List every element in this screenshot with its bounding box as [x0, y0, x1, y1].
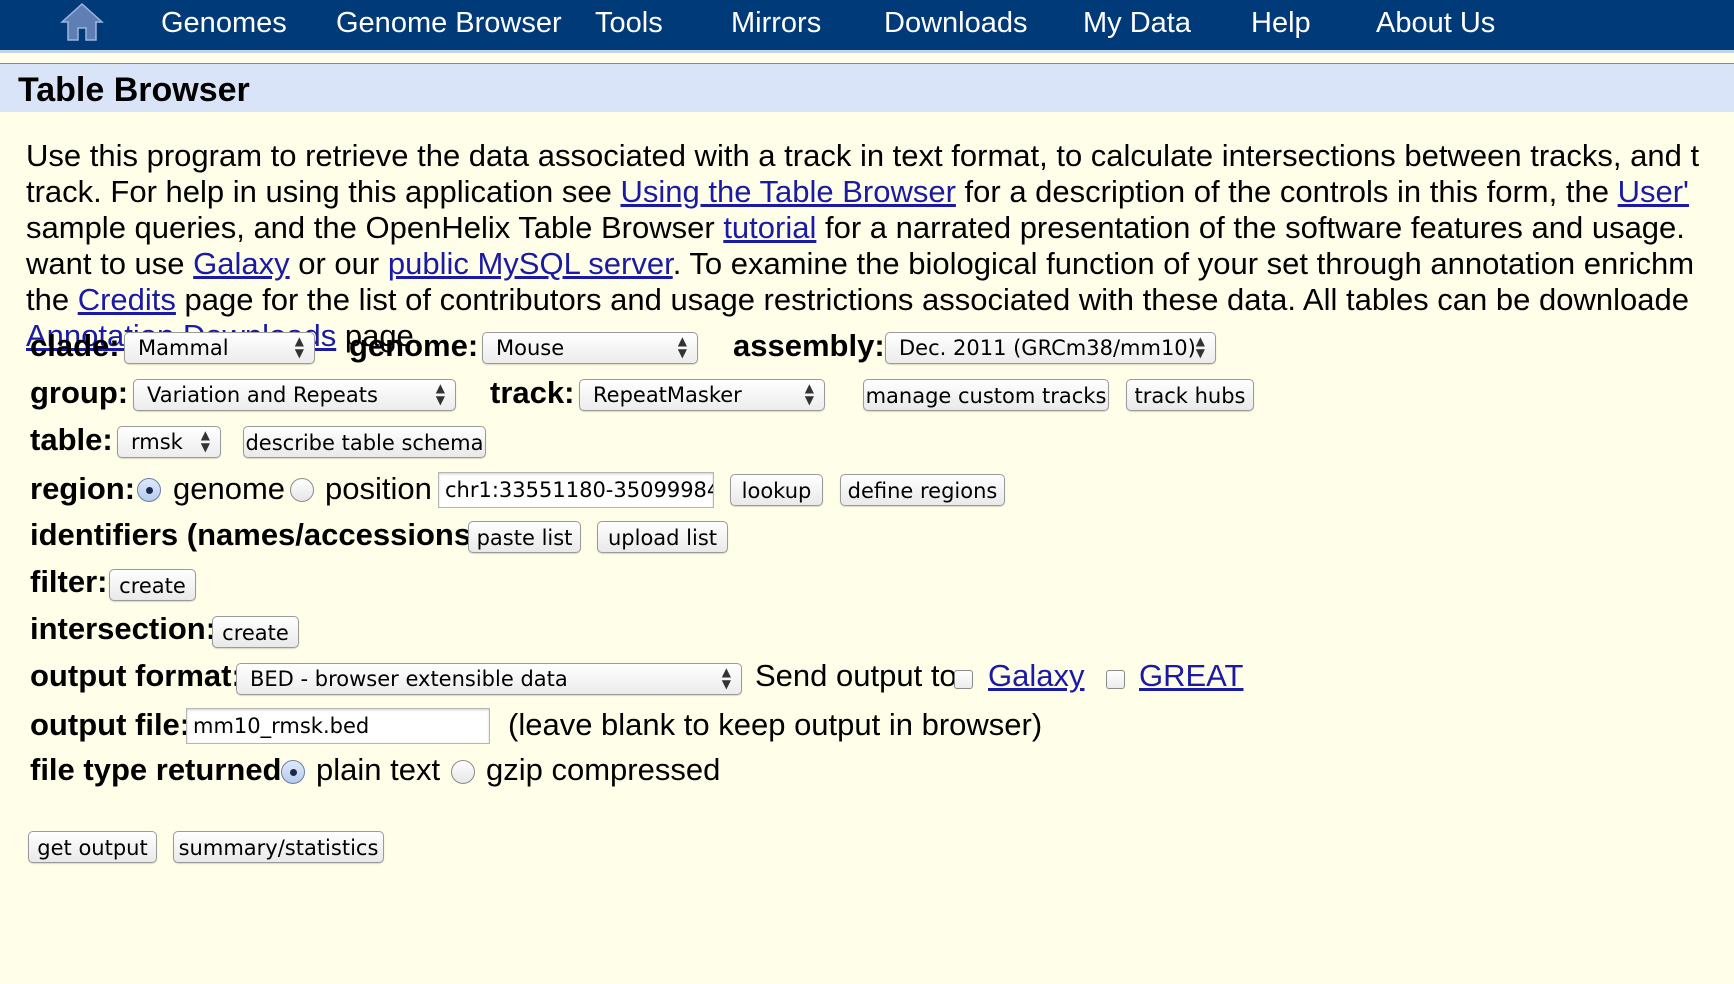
- great-checkbox[interactable]: [1106, 670, 1125, 689]
- output-format-select[interactable]: BED - browser extensible data ▲ ▼: [236, 663, 742, 695]
- home-icon[interactable]: [60, 2, 104, 42]
- top-nav-bar: Genomes Genome Browser Tools Mirrors Dow…: [0, 0, 1734, 53]
- select-arrows-icon: ▲ ▼: [294, 334, 304, 360]
- select-arrows-icon: ▲ ▼: [804, 381, 814, 407]
- intro-line-5: the Credits page for the list of contrib…: [26, 282, 1689, 317]
- table-select[interactable]: rmsk ▲ ▼: [117, 426, 221, 458]
- gzip-compressed-label: gzip compressed: [486, 752, 721, 787]
- track-hubs-button[interactable]: track hubs: [1126, 379, 1254, 411]
- get-output-button[interactable]: get output: [28, 831, 157, 863]
- intro-line-2: track. For help in using this applicatio…: [26, 174, 1689, 209]
- nav-help[interactable]: Help: [1251, 6, 1311, 40]
- identifiers-label: identifiers (names/accessions):: [30, 517, 492, 552]
- intro-line-4: want to use Galaxy or our public MySQL s…: [26, 246, 1695, 281]
- nav-my-data[interactable]: My Data: [1083, 6, 1191, 40]
- intersection-create-button[interactable]: create: [212, 616, 299, 648]
- region-position-radio[interactable]: [290, 478, 314, 502]
- nav-about-us[interactable]: About Us: [1376, 6, 1495, 40]
- intro-line-1: Use this program to retrieve the data as…: [26, 138, 1700, 173]
- assembly-label: assembly:: [733, 328, 885, 363]
- page-title: Table Browser: [18, 71, 250, 109]
- great-output-link[interactable]: GREAT: [1139, 658, 1244, 694]
- select-arrows-icon: ▲ ▼: [435, 381, 445, 407]
- manage-custom-tracks-button[interactable]: manage custom tracks: [863, 379, 1109, 411]
- summary-statistics-button[interactable]: summary/statistics: [173, 831, 384, 863]
- plain-text-radio[interactable]: [281, 760, 305, 784]
- tutorial-link[interactable]: tutorial: [723, 210, 816, 245]
- region-position-label: position: [325, 471, 432, 506]
- select-arrows-icon: ▲ ▼: [721, 665, 731, 691]
- filter-create-button[interactable]: create: [109, 569, 196, 601]
- position-input[interactable]: chr1:33551180-35099984: [438, 472, 714, 508]
- table-label: table:: [30, 422, 113, 457]
- output-format-label: output format:: [30, 658, 242, 693]
- assembly-select[interactable]: Dec. 2011 (GRCm38/mm10) ▲ ▼: [885, 332, 1216, 364]
- users-guide-link[interactable]: User': [1618, 174, 1689, 209]
- lookup-button[interactable]: lookup: [730, 474, 823, 506]
- galaxy-output-link[interactable]: Galaxy: [988, 658, 1084, 694]
- gzip-compressed-radio[interactable]: [451, 760, 475, 784]
- track-select[interactable]: RepeatMasker ▲ ▼: [579, 379, 825, 411]
- region-genome-radio[interactable]: [137, 478, 161, 502]
- output-file-input[interactable]: mm10_rmsk.bed: [186, 708, 490, 744]
- region-label: region:: [30, 471, 136, 506]
- send-output-to-label: Send output to: [755, 658, 957, 693]
- nav-genome-browser[interactable]: Genome Browser: [336, 6, 562, 40]
- define-regions-button[interactable]: define regions: [840, 474, 1005, 506]
- group-select[interactable]: Variation and Repeats ▲ ▼: [133, 379, 456, 411]
- group-label: group:: [30, 375, 129, 410]
- paste-list-button[interactable]: paste list: [468, 521, 581, 553]
- genome-label: genome:: [349, 328, 479, 363]
- plain-text-label: plain text: [316, 752, 441, 787]
- region-genome-label: genome: [173, 471, 286, 506]
- nav-divider: [0, 53, 1734, 63]
- nav-genomes[interactable]: Genomes: [161, 6, 287, 40]
- select-arrows-icon: ▲ ▼: [1195, 334, 1205, 360]
- nav-tools[interactable]: Tools: [595, 6, 663, 40]
- track-label: track:: [490, 375, 575, 410]
- output-file-hint: (leave blank to keep output in browser): [508, 707, 1043, 742]
- clade-label: clade:: [30, 328, 120, 363]
- select-arrows-icon: ▲ ▼: [200, 428, 210, 454]
- filter-label: filter:: [30, 564, 108, 599]
- credits-link[interactable]: Credits: [78, 282, 176, 317]
- output-file-label: output file:: [30, 707, 191, 742]
- select-arrows-icon: ▲ ▼: [677, 334, 687, 360]
- public-mysql-server-link[interactable]: public MySQL server: [388, 246, 673, 281]
- clade-select[interactable]: Mammal ▲ ▼: [124, 332, 315, 364]
- file-type-label: file type returned:: [30, 752, 292, 787]
- intro-line-3: sample queries, and the OpenHelix Table …: [26, 210, 1685, 245]
- title-bar: Table Browser: [0, 63, 1734, 112]
- using-table-browser-link[interactable]: Using the Table Browser: [620, 174, 955, 209]
- intersection-label: intersection:: [30, 611, 217, 646]
- describe-table-schema-button[interactable]: describe table schema: [243, 426, 486, 458]
- nav-mirrors[interactable]: Mirrors: [731, 6, 821, 40]
- nav-downloads[interactable]: Downloads: [884, 6, 1027, 40]
- galaxy-link[interactable]: Galaxy: [193, 246, 289, 281]
- galaxy-checkbox[interactable]: [954, 670, 973, 689]
- genome-select[interactable]: Mouse ▲ ▼: [482, 332, 698, 364]
- intro-paragraph: Use this program to retrieve the data as…: [26, 138, 1734, 354]
- upload-list-button[interactable]: upload list: [597, 521, 728, 553]
